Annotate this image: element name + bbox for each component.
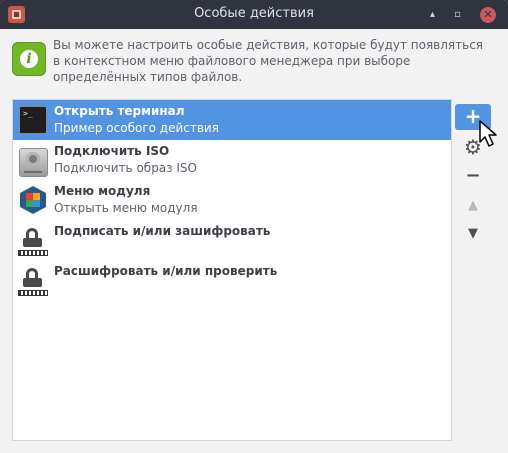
action-name: Подписать и/или зашифровать (54, 224, 271, 238)
disk-icon (19, 148, 48, 177)
info-icon: i (12, 42, 46, 76)
mouse-pointer-icon (479, 120, 497, 147)
list-item-module-menu[interactable]: Меню модуля Открыть меню модуля (13, 180, 451, 220)
titlebar[interactable]: Особые действия ▴ ▫ ✕ (0, 0, 508, 29)
action-name: Открыть терминал (54, 104, 185, 118)
remove-action-button[interactable]: − (455, 163, 491, 189)
custom-actions-window: Особые действия ▴ ▫ ✕ i Вы можете настро… (0, 0, 508, 453)
action-description: Подключить образ ISO (54, 161, 197, 175)
terminal-icon: >_ (19, 106, 47, 134)
lock-icon (18, 268, 48, 298)
action-description: Открыть меню модуля (54, 201, 198, 215)
actions-list[interactable]: >_ Открыть терминал Пример особого дейст… (12, 99, 452, 441)
action-description: Пример особого действия (54, 121, 219, 135)
move-up-button[interactable]: ▲ (455, 193, 491, 219)
list-item-sign-encrypt[interactable]: Подписать и/или зашифровать (13, 220, 451, 260)
module-icon (20, 186, 46, 214)
list-item-decrypt-verify[interactable]: Расшифровать и/или проверить (13, 260, 451, 300)
list-item-open-terminal[interactable]: >_ Открыть терминал Пример особого дейст… (13, 100, 451, 140)
terminal-prompt-glyph: >_ (23, 109, 33, 118)
minimize-button[interactable]: ▴ (425, 7, 440, 22)
action-name: Меню модуля (54, 184, 151, 198)
info-glyph: i (20, 50, 38, 68)
action-name: Подключить ISO (54, 144, 170, 158)
move-down-button[interactable]: ▼ (455, 221, 491, 247)
close-button[interactable]: ✕ (480, 7, 496, 23)
info-description: Вы можете настроить особые действия, кот… (53, 38, 484, 84)
lock-icon (18, 228, 48, 258)
maximize-button[interactable]: ▫ (450, 7, 465, 22)
action-name: Расшифровать и/или проверить (54, 264, 278, 278)
list-item-mount-iso[interactable]: Подключить ISO Подключить образ ISO (13, 140, 451, 180)
